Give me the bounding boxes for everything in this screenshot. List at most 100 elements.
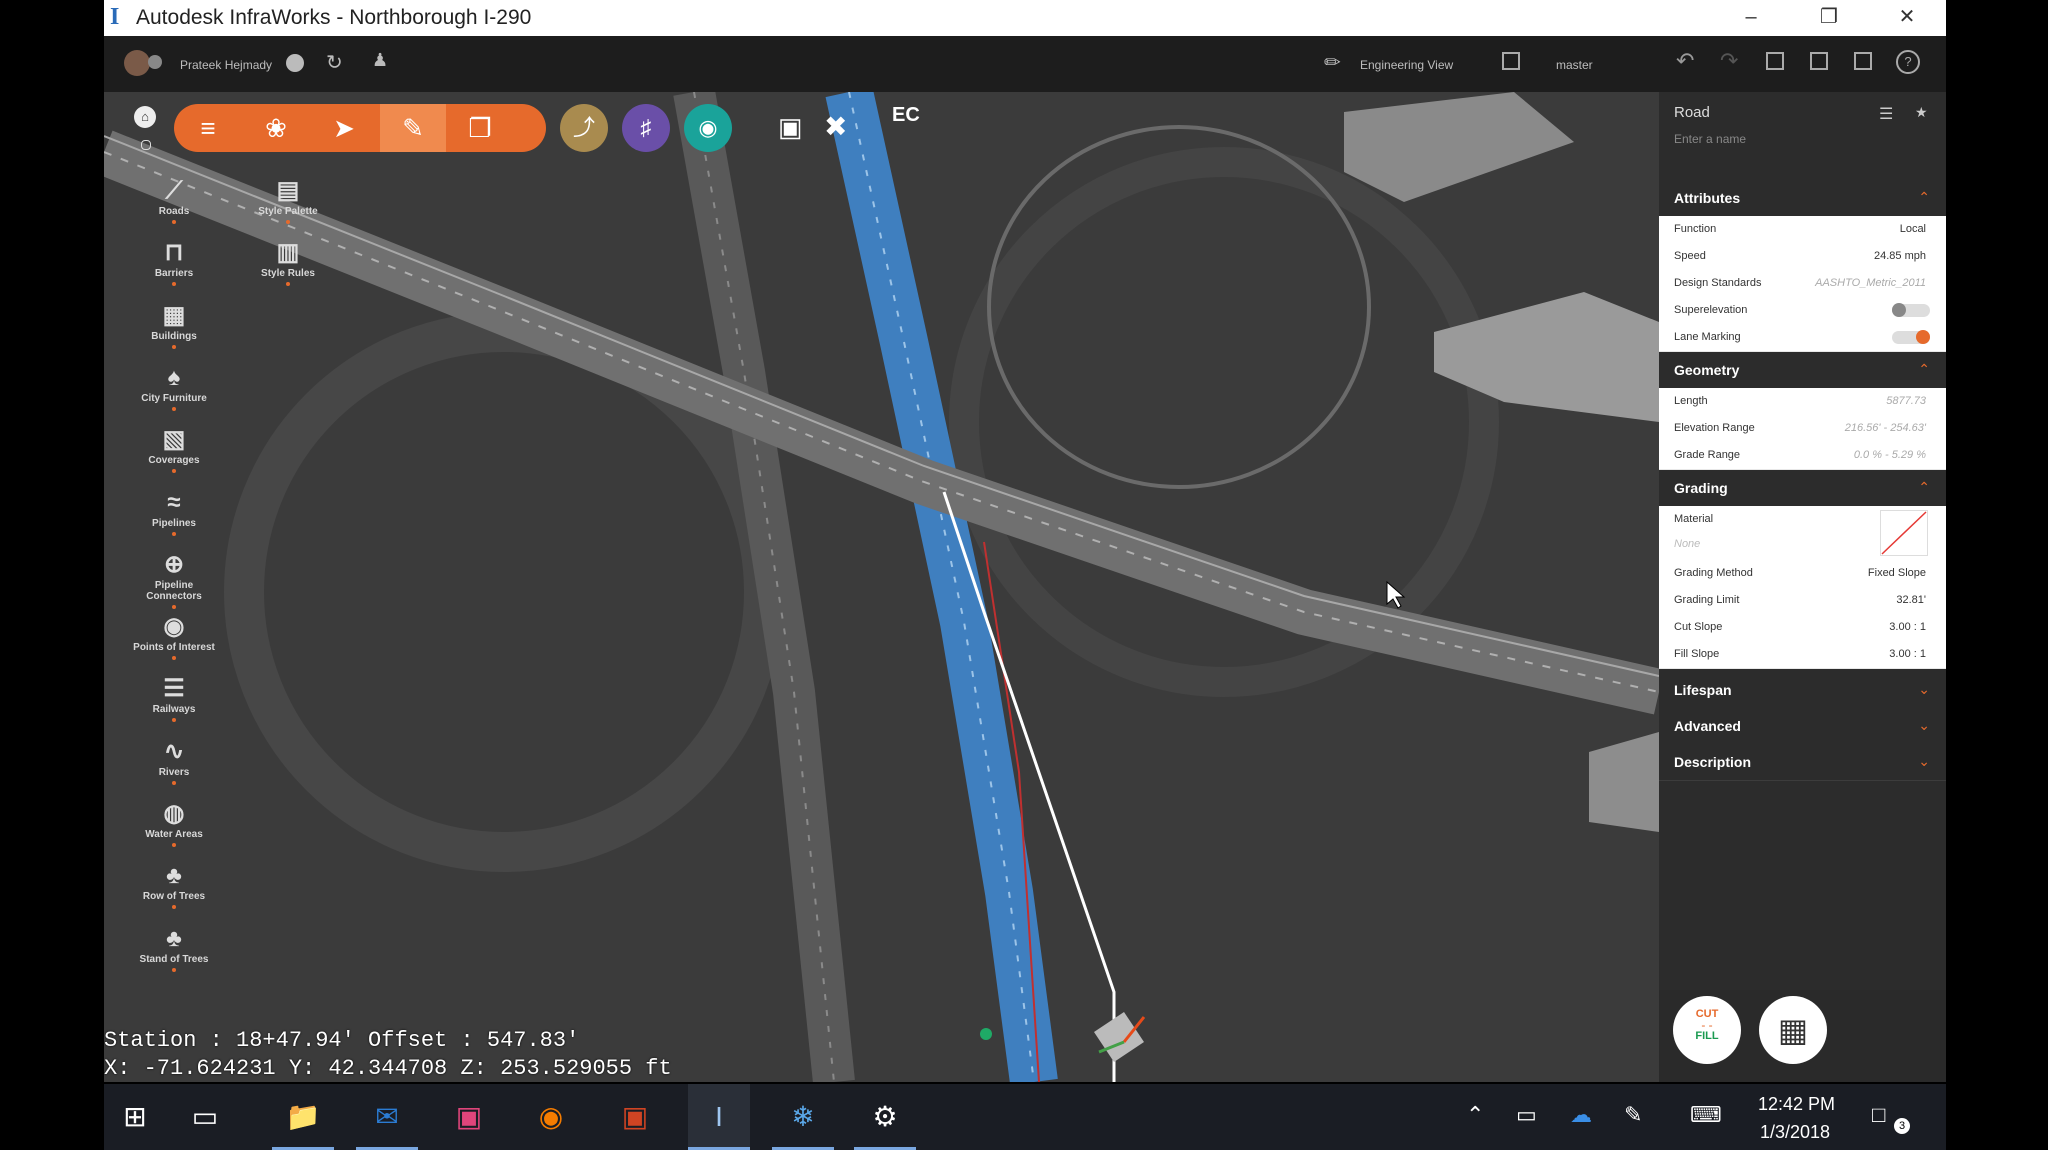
palette-item-style-rules[interactable]: ▥ Style Rules (240, 238, 336, 286)
grading-limit-label: Grading Limit (1674, 594, 1740, 606)
palette-dot (172, 531, 176, 536)
bridge-tool-icon[interactable]: ♯ (622, 104, 670, 152)
collaborate-icon[interactable]: ♟ (372, 50, 388, 71)
tools-icon[interactable]: ✖ (824, 110, 847, 143)
sketch-tool-icon[interactable]: ✎ (380, 104, 446, 152)
avatar[interactable] (124, 50, 150, 76)
copy-tool-icon[interactable]: ❐ (454, 104, 506, 152)
geometry-header[interactable]: Geometry ⌃ (1659, 352, 1946, 389)
palette-item-pipelines[interactable]: ≈ Pipelines (126, 488, 222, 536)
branch-label[interactable]: master (1556, 58, 1593, 72)
drainage-tool-icon[interactable]: ⤴ (560, 104, 608, 152)
panel-toggle-icon[interactable] (1810, 52, 1828, 70)
settings-icon[interactable] (141, 140, 151, 150)
palette-item-roads[interactable]: ⟋ Roads (126, 176, 222, 224)
palette-item-coverages[interactable]: ▧ Coverages (126, 425, 222, 474)
function-row[interactable]: Function Local (1659, 216, 1946, 244)
grading-method-row[interactable]: Grading Method Fixed Slope (1659, 560, 1946, 588)
3d-viewport[interactable] (104, 92, 1659, 1082)
material-swatch[interactable] (1880, 510, 1928, 556)
palette-item-rivers[interactable]: ∿ Rivers (126, 737, 222, 785)
pen-icon[interactable]: ✎ (1624, 1102, 1642, 1128)
grading-method-select[interactable]: Fixed Slope (1868, 567, 1926, 579)
grading-limit-field[interactable]: 32.81' (1896, 594, 1926, 606)
snowflake-app-icon[interactable]: ❄ (772, 1084, 834, 1150)
lifespan-header[interactable]: Lifespan ⌄ (1659, 672, 1946, 709)
model-properties-icon[interactable] (1766, 52, 1784, 70)
layout-icon[interactable] (1854, 52, 1872, 70)
palette-item-railways[interactable]: ☰ Railways (126, 674, 222, 723)
user-menu-icon[interactable] (148, 55, 162, 69)
palette-item-buildings[interactable]: ▦ Buildings (126, 301, 222, 349)
analysis-tool-icon[interactable]: ◉ (684, 104, 732, 152)
onedrive-icon[interactable]: ☁ (1570, 1102, 1592, 1128)
palette-item-stand-of-trees[interactable]: ♣ Stand of Trees (126, 924, 222, 972)
home-icon[interactable]: ⌂ (134, 106, 156, 128)
m-app-icon[interactable]: ▣ (438, 1084, 500, 1150)
start-icon[interactable]: ⊞ (104, 1084, 166, 1150)
show-hidden-icons-icon[interactable]: ⌃ (1466, 1102, 1484, 1128)
grading-header[interactable]: Grading ⌃ (1659, 470, 1946, 507)
minimize-button[interactable]: – (1712, 0, 1790, 36)
attributes-header[interactable]: Attributes ⌃ (1659, 180, 1946, 217)
chat-icon[interactable] (286, 54, 304, 72)
menu-icon[interactable]: ☰ (1879, 104, 1893, 124)
palette-item-points-of-interest[interactable]: ◉ Points of Interest (126, 612, 222, 661)
cut-fill-button[interactable]: CUT - - FILL (1673, 996, 1741, 1064)
function-select[interactable]: Local (1900, 223, 1926, 235)
undo-icon[interactable]: ↶ (1676, 48, 1694, 74)
cut-slope-row[interactable]: Cut Slope 3.00 : 1 (1659, 614, 1946, 642)
superelevation-toggle[interactable] (1892, 303, 1930, 317)
presentation-tool-icon[interactable]: ▣ (778, 112, 803, 143)
lane-marking-toggle[interactable] (1892, 330, 1930, 344)
map-canvas[interactable] (104, 92, 1659, 1082)
create-tool-icon[interactable]: ❀ (250, 104, 302, 152)
close-button[interactable]: ✕ (1868, 0, 1946, 36)
clock-time[interactable]: 12:42 PM (1758, 1094, 1835, 1115)
settings-gear-icon[interactable]: ⚙ (854, 1084, 916, 1150)
superelevation-row[interactable]: Superelevation (1659, 297, 1946, 325)
palette-dot (172, 905, 176, 910)
palette-item-city-furniture[interactable]: ♠ City Furniture (126, 363, 222, 411)
elevation-row: Elevation Range 216.56' - 254.63' (1659, 415, 1946, 443)
redo-icon[interactable]: ↷ (1720, 48, 1738, 74)
calculator-icon[interactable]: ▦ (1759, 996, 1827, 1064)
fill-slope-row[interactable]: Fill Slope 3.00 : 1 (1659, 641, 1946, 669)
palette-item-pipeline-connectors[interactable]: ⊕ Pipeline Connectors (126, 550, 222, 609)
advanced-header[interactable]: Advanced ⌄ (1659, 708, 1946, 745)
material-row[interactable]: Material None (1659, 506, 1946, 561)
restore-button[interactable]: ❐ (1790, 0, 1868, 36)
task-view-icon[interactable]: ▭ (174, 1084, 236, 1150)
keyboard-icon[interactable]: ⌨ (1690, 1102, 1722, 1128)
palette-item-style-palette[interactable]: ▤ Style Palette (240, 176, 336, 224)
battery-icon[interactable]: ▭ (1516, 1102, 1537, 1128)
engineering-view-icon[interactable]: ✏ (1324, 50, 1341, 75)
engineering-view-label[interactable]: Engineering View (1360, 58, 1453, 72)
infrastructure-tool-icon[interactable]: ≡ (182, 104, 234, 152)
select-tool-icon[interactable]: ➤ (318, 104, 370, 152)
powerpoint-icon[interactable]: ▣ (604, 1084, 666, 1150)
palette-item-row-of-trees[interactable]: ♣ Row of Trees (126, 861, 222, 910)
clock-date[interactable]: 1/3/2018 (1760, 1122, 1830, 1143)
lane-marking-row[interactable]: Lane Marking (1659, 324, 1946, 352)
description-header[interactable]: Description ⌄ (1659, 744, 1946, 781)
fill-slope-field[interactable]: 3.00 : 1 (1889, 648, 1926, 660)
speed-row[interactable]: Speed 24.85 mph (1659, 243, 1946, 271)
palette-item-barriers[interactable]: ⊓ Barriers (126, 238, 222, 287)
grading-limit-row[interactable]: Grading Limit 32.81' (1659, 587, 1946, 615)
pin-icon[interactable]: ★ (1915, 104, 1928, 121)
infraworks-taskbar-icon[interactable]: I (688, 1084, 750, 1150)
file-explorer-icon[interactable]: 📁 (272, 1084, 334, 1150)
help-icon[interactable]: ? (1896, 50, 1920, 74)
cut-slope-field[interactable]: 3.00 : 1 (1889, 621, 1926, 633)
outlook-icon[interactable]: ✉ (356, 1084, 418, 1150)
design-standards-row[interactable]: Design Standards AASHTO_Metric_2011 (1659, 270, 1946, 298)
speed-field[interactable]: 24.85 mph (1874, 250, 1926, 262)
firefox-icon[interactable]: ◉ (520, 1084, 582, 1150)
ec-button[interactable]: EC (892, 104, 920, 127)
notifications-icon[interactable]: □ (1872, 1102, 1885, 1128)
palette-item-water-areas[interactable]: ◍ Water Areas (126, 799, 222, 847)
sync-icon[interactable]: ↻ (326, 50, 343, 75)
branch-icon[interactable] (1502, 52, 1520, 70)
name-input[interactable]: Enter a name (1674, 132, 1746, 146)
